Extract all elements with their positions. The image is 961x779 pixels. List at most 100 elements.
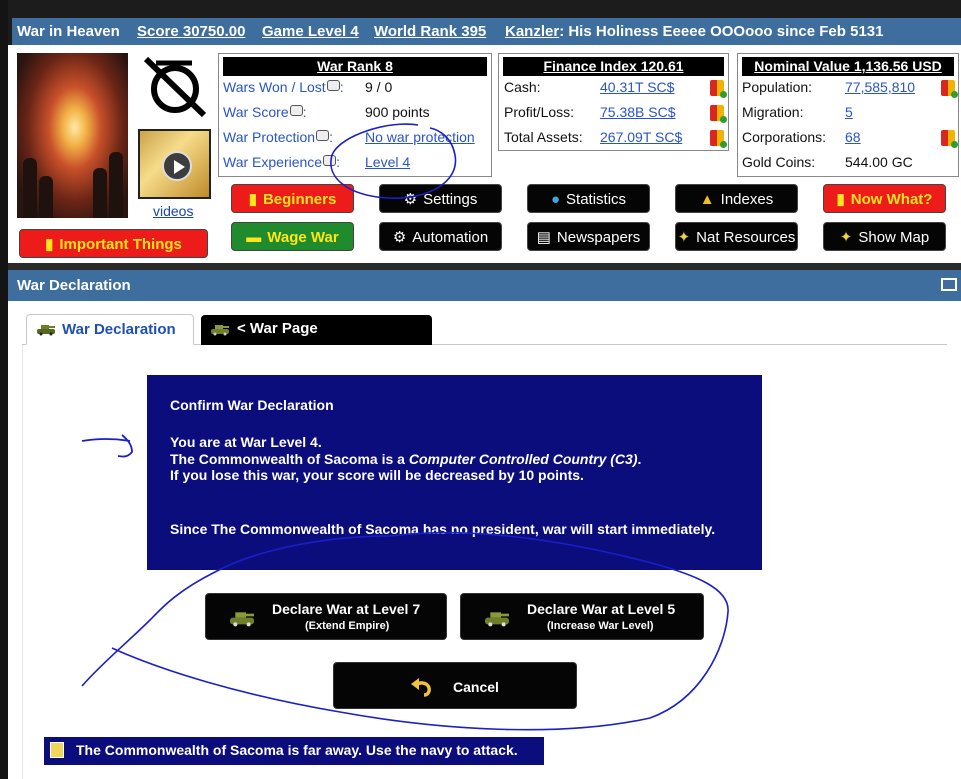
window-toggle-icon[interactable] — [941, 278, 957, 291]
war-rank-panel: War Rank 8 Wars Won / Lost: 9 / 0 War Sc… — [218, 53, 492, 177]
ruler-info: Kanzler: His Holiness Eeeee OOOooo since… — [505, 23, 883, 40]
automation-button[interactable]: ⚙ Automation — [379, 222, 502, 251]
gold-coins-value: 544.00 GC — [845, 154, 913, 170]
undo-arrow-icon — [411, 678, 431, 697]
status-indicator-icon — [941, 80, 958, 98]
confirm-war-box: Confirm War Declaration You are at War L… — [147, 375, 762, 570]
tooltip-icon[interactable] — [289, 105, 303, 116]
wage-war-button[interactable]: ▬ Wage War — [231, 222, 354, 251]
nominal-value-title[interactable]: Nominal Value 1,136.56 USD — [742, 57, 954, 76]
gear-icon: ⚙ — [392, 229, 407, 246]
war-score-label[interactable]: War Score: — [223, 104, 307, 120]
info-icon — [50, 742, 64, 758]
clock-slash-logo-icon[interactable] — [138, 53, 211, 120]
profit-loss-value-link[interactable]: 75.38B SC$ — [600, 104, 676, 120]
war-protection-link[interactable]: No war protection — [365, 129, 475, 145]
corporations-value-link[interactable]: 68 — [845, 129, 861, 145]
tab-war-declaration-label: War Declaration — [62, 321, 176, 338]
tab-war-declaration[interactable]: War Declaration — [26, 314, 194, 345]
total-assets-value-link[interactable]: 267.09T SC$ — [600, 129, 682, 145]
confirm-heading: Confirm War Declaration — [170, 397, 334, 413]
cancel-button[interactable]: Cancel — [333, 662, 577, 709]
migration-label: Migration: — [742, 104, 804, 120]
section-separator — [8, 263, 961, 270]
population-label: Population: — [742, 79, 813, 95]
book-icon: ▮ — [45, 236, 54, 253]
war-level-text: You are at War Level 4. — [170, 434, 322, 450]
section-title-bar: War Declaration — [8, 270, 961, 301]
trophy-icon: ▲ — [699, 191, 715, 208]
tooltip-icon[interactable] — [323, 155, 337, 166]
c3-info-text: The Commonwealth of Sacoma is a Computer… — [170, 451, 642, 467]
cash-label: Cash: — [504, 79, 541, 95]
war-experience-link[interactable]: Level 4 — [365, 154, 410, 170]
flag-banner-image[interactable] — [17, 53, 128, 218]
tab-war-page[interactable]: < War Page — [201, 315, 432, 345]
tank-icon — [485, 612, 509, 627]
population-value-link[interactable]: 77,585,810 — [845, 79, 915, 95]
tooltip-icon[interactable] — [326, 80, 340, 91]
book-icon: ▮ — [836, 191, 845, 208]
game-title: War in Heaven — [17, 23, 120, 40]
statistics-button[interactable]: ● Statistics — [527, 184, 650, 213]
war-rank-title[interactable]: War Rank 8 — [223, 57, 487, 76]
navy-notice-text: The Commonwealth of Sacoma is far away. … — [76, 742, 518, 758]
newspapers-button[interactable]: ▤ Newspapers — [527, 222, 650, 251]
migration-value-link[interactable]: 5 — [845, 104, 853, 120]
nominal-value-panel: Nominal Value 1,136.56 USD Population: 7… — [737, 53, 959, 177]
tank-icon: ▬ — [246, 229, 262, 246]
show-map-button[interactable]: ✦ Show Map — [823, 222, 946, 251]
declare-war-level-5-button[interactable]: Declare War at Level 5 (Increase War Lev… — [460, 593, 704, 640]
cash-value-link[interactable]: 40.31T SC$ — [600, 79, 674, 95]
game-level-link[interactable]: Game Level 4 — [262, 23, 359, 40]
newspaper-icon: ▤ — [536, 229, 551, 246]
war-protection-label[interactable]: War Protection: — [223, 129, 333, 145]
total-assets-label: Total Assets: — [504, 129, 583, 145]
ruler-title-link[interactable]: Kanzler — [505, 23, 559, 40]
now-what-button[interactable]: ▮ Now What? — [823, 184, 946, 213]
videos-link[interactable]: videos — [153, 203, 193, 219]
resources-icon: ✦ — [677, 229, 691, 246]
score-link[interactable]: Score 30750.00 — [137, 23, 245, 40]
gear-icon: ⚙ — [403, 191, 418, 208]
war-score-value: 900 points — [365, 104, 430, 120]
resources-icon: ✦ — [839, 229, 853, 246]
wars-won-value: 9 / 0 — [365, 79, 393, 95]
status-indicator-icon — [710, 130, 727, 148]
president-info-text: Since The Commonwealth of Sacoma has no … — [170, 521, 716, 537]
finance-index-title[interactable]: Finance Index 120.61 — [503, 57, 724, 76]
declare-5-label: Declare War at Level 5 — [527, 601, 676, 617]
tank-icon — [37, 325, 55, 336]
status-indicator-icon — [941, 130, 958, 148]
beginners-button[interactable]: ▮ Beginners — [231, 184, 354, 213]
book-icon: ▮ — [248, 191, 257, 208]
finance-panel: Finance Index 120.61 Cash: 40.31T SC$ Pr… — [498, 53, 729, 151]
status-header-bar: War in Heaven Score 30750.00 Game Level … — [12, 18, 961, 45]
gold-coins-label: Gold Coins: — [742, 154, 816, 170]
important-things-button[interactable]: ▮ Important Things — [19, 229, 208, 258]
world-rank-link[interactable]: World Rank 395 — [374, 23, 486, 40]
status-indicator-icon — [710, 80, 727, 98]
profit-loss-label: Profit/Loss: — [504, 104, 575, 120]
settings-button[interactable]: ⚙ Settings — [379, 184, 502, 213]
score-warning-text: If you lose this war, your score will be… — [170, 467, 584, 483]
video-thumbnail[interactable] — [138, 129, 211, 199]
indexes-button[interactable]: ▲ Indexes — [675, 184, 798, 213]
tooltip-icon[interactable] — [316, 130, 330, 141]
ruler-text: : His Holiness Eeeee OOOooo since Feb 51… — [559, 23, 884, 40]
play-icon — [162, 151, 192, 181]
left-edge-strip — [0, 0, 8, 779]
war-experience-label[interactable]: War Experience: — [223, 154, 340, 170]
declare-war-level-7-button[interactable]: Declare War at Level 7 (Extend Empire) — [205, 593, 447, 640]
wars-won-label[interactable]: Wars Won / Lost: — [223, 79, 344, 95]
corporations-label: Corporations: — [742, 129, 827, 145]
declare-5-sublabel: (Increase War Level) — [547, 620, 654, 632]
section-title: War Declaration — [17, 277, 131, 294]
declare-7-sublabel: (Extend Empire) — [305, 620, 390, 632]
tab-war-page-label: < War Page — [237, 320, 318, 337]
nat-resources-button[interactable]: ✦ Nat Resources — [675, 222, 798, 251]
globe-icon: ● — [550, 191, 561, 208]
status-indicator-icon — [710, 105, 727, 123]
navy-notice: The Commonwealth of Sacoma is far away. … — [44, 737, 544, 765]
tank-icon — [211, 325, 229, 336]
